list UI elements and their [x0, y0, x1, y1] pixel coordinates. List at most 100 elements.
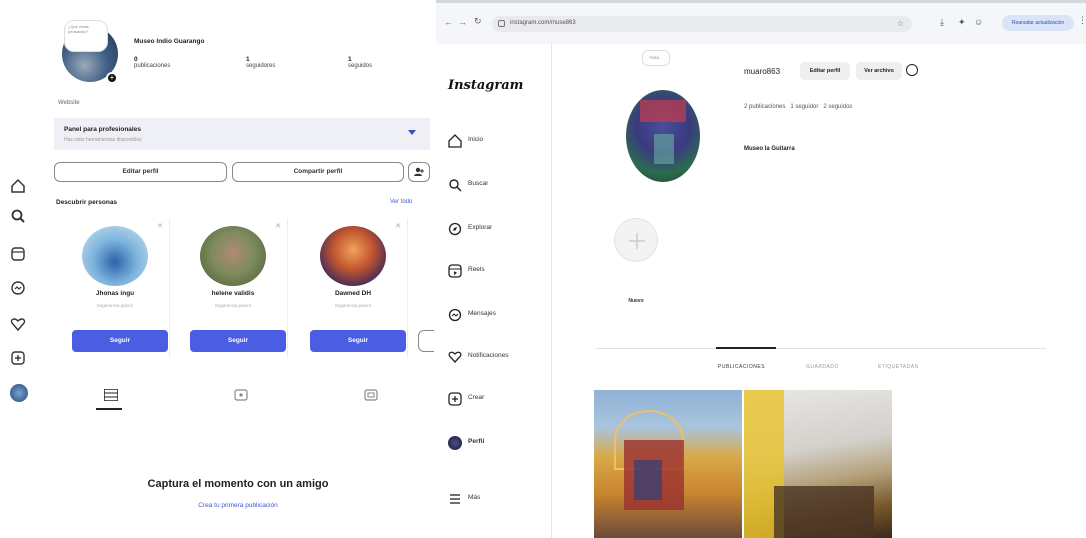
nav-item-explore[interactable]: Explorar: [448, 220, 548, 240]
tab-posts[interactable]: PUBLICACIONES: [718, 364, 765, 370]
heart-icon[interactable]: [10, 316, 28, 334]
close-icon[interactable]: ✕: [157, 222, 163, 230]
post-thumbnail[interactable]: [594, 390, 742, 538]
add-person-icon: [414, 167, 424, 176]
edit-profile-button[interactable]: Editar perfil: [800, 62, 850, 80]
reload-icon[interactable]: ↻: [474, 16, 482, 27]
search-icon: [448, 178, 462, 192]
tab-tagged[interactable]: ETIQUETADAS: [878, 364, 918, 370]
add-icon[interactable]: [10, 350, 28, 368]
view-archive-button[interactable]: Ver archivo: [856, 62, 902, 80]
profile-update-button[interactable]: Reanudar actualización: [1002, 15, 1074, 31]
next-card-partial[interactable]: [418, 330, 434, 352]
follow-button[interactable]: Seguir: [310, 330, 406, 352]
user-icon[interactable]: ☺: [974, 17, 983, 27]
nav-label: Notificaciones: [468, 352, 509, 359]
follow-button[interactable]: Seguir: [72, 330, 168, 352]
mobile-profile-panel: ¿Qué estás pensando? + Museo Indio Guara…: [42, 0, 434, 538]
settings-icon[interactable]: [906, 64, 918, 76]
extensions-icon[interactable]: ✦: [958, 17, 966, 28]
suggestion-name[interactable]: helene validis: [178, 290, 288, 297]
note-bubble[interactable]: Nota...: [642, 50, 670, 66]
ig-username: muaro863: [744, 67, 781, 76]
suggestion-avatar[interactable]: [82, 226, 148, 286]
new-highlight-button[interactable]: [614, 218, 658, 262]
dashboard-title: Panel para profesionales: [64, 126, 141, 133]
follow-button[interactable]: Seguir: [190, 330, 286, 352]
see-all-link[interactable]: Ver todo: [390, 199, 412, 205]
tagged-tab-icon[interactable]: [364, 388, 378, 406]
suggestion-subtitle: Sugerencia para ti: [334, 303, 372, 308]
stat-posts[interactable]: 0 publicaciones: [134, 56, 214, 69]
profile-category: Website: [58, 100, 80, 106]
nav-label: Buscar: [468, 180, 489, 187]
nav-label: Crear: [468, 394, 485, 401]
suggestion-avatar[interactable]: [200, 226, 266, 286]
instagram-logo[interactable]: Instagram: [448, 78, 523, 93]
profile-icon: [448, 436, 462, 450]
nav-label: Más: [468, 494, 481, 501]
nav-item-home[interactable]: Inicio: [448, 132, 548, 152]
nav-label: Explorar: [468, 224, 493, 231]
nav-item-profile[interactable]: Perfil: [448, 434, 548, 454]
add-story-icon[interactable]: +: [106, 72, 118, 84]
forward-icon[interactable]: →: [458, 17, 467, 27]
ig-sidebar: Instagram Inicio Buscar Explorar Reels M…: [436, 44, 552, 538]
stat-followers[interactable]: 1 seguidores: [246, 56, 326, 69]
reels-icon[interactable]: [10, 246, 28, 264]
avatar-icon[interactable]: [10, 384, 28, 402]
search-icon[interactable]: [10, 208, 28, 226]
nav-item-create[interactable]: Crear: [448, 390, 548, 410]
suggestion-subtitle: Sugerencia para ti: [214, 303, 252, 308]
heart-icon: [448, 350, 462, 364]
close-icon[interactable]: ✕: [275, 222, 281, 230]
grid-icon[interactable]: [103, 388, 122, 402]
note-bubble[interactable]: ¿Qué estás pensando?: [64, 20, 108, 52]
site-info-icon[interactable]: [498, 20, 505, 27]
suggestion-name[interactable]: Jhonas ingu: [60, 290, 170, 297]
bookmark-star-icon[interactable]: ☆: [897, 19, 904, 28]
explore-icon: [448, 222, 462, 236]
back-icon[interactable]: ←: [444, 17, 453, 27]
professional-dashboard[interactable]: Panel para profesionales Has visto herra…: [54, 118, 430, 150]
tabs-divider: [596, 348, 1046, 349]
edit-profile-button[interactable]: Editar perfil: [54, 162, 227, 182]
suggestion-subtitle: Sugerencia para ti: [96, 303, 134, 308]
post-thumbnail[interactable]: [744, 390, 892, 538]
tab-saved[interactable]: GUARDADO: [806, 364, 839, 370]
nav-item-notifications[interactable]: Notificaciones: [448, 348, 548, 368]
stat-following[interactable]: 1 seguidos: [348, 56, 428, 69]
messenger-icon: [448, 308, 462, 322]
nav-label: Perfil: [468, 438, 485, 445]
empty-state-title: Captura el momento con un amigo: [147, 478, 329, 490]
url-text[interactable]: instagram.com/muse863: [510, 20, 576, 26]
add-person-button[interactable]: [408, 162, 430, 182]
nav-label: Mensajes: [468, 310, 496, 317]
close-icon[interactable]: ✕: [395, 222, 401, 230]
profile-avatar[interactable]: [626, 90, 700, 182]
ig-stats[interactable]: 2 publicaciones 1 seguidor 2 seguidos: [744, 104, 852, 110]
profile-name: Museo Indio Guarango: [134, 38, 205, 45]
tab-strip: [436, 0, 1086, 3]
plus-icon: [629, 233, 645, 249]
suggestion-name[interactable]: Dawned DH: [298, 290, 408, 297]
home-icon[interactable]: [10, 178, 28, 196]
nav-item-messages[interactable]: Mensajes: [448, 306, 548, 326]
download-icon[interactable]: ⤓: [940, 17, 944, 28]
reels-tab-icon[interactable]: [234, 388, 248, 406]
nav-label: Inicio: [468, 136, 484, 143]
dashboard-subtitle: Has visto herramientas disponibles: [64, 137, 142, 143]
messenger-icon[interactable]: [10, 280, 28, 298]
create-first-post-link[interactable]: Crea tu primera publicación: [42, 502, 434, 509]
kebab-menu-icon[interactable]: ⋮: [1078, 15, 1086, 26]
address-bar[interactable]: instagram.com/muse863 ☆: [492, 16, 912, 32]
nav-item-reels[interactable]: Reels: [448, 262, 548, 282]
suggestion-avatar[interactable]: [320, 226, 386, 286]
share-profile-button[interactable]: Compartir perfil: [232, 162, 404, 182]
ig-full-name: Museo la Guitarra: [744, 146, 795, 152]
reels-icon: [448, 264, 462, 278]
suggestion-card: ✕ helene validis Sugerencia para ti Segu…: [178, 218, 288, 358]
nav-item-search[interactable]: Buscar: [448, 176, 548, 196]
add-icon: [448, 392, 462, 406]
nav-item-more[interactable]: Más: [448, 490, 548, 510]
